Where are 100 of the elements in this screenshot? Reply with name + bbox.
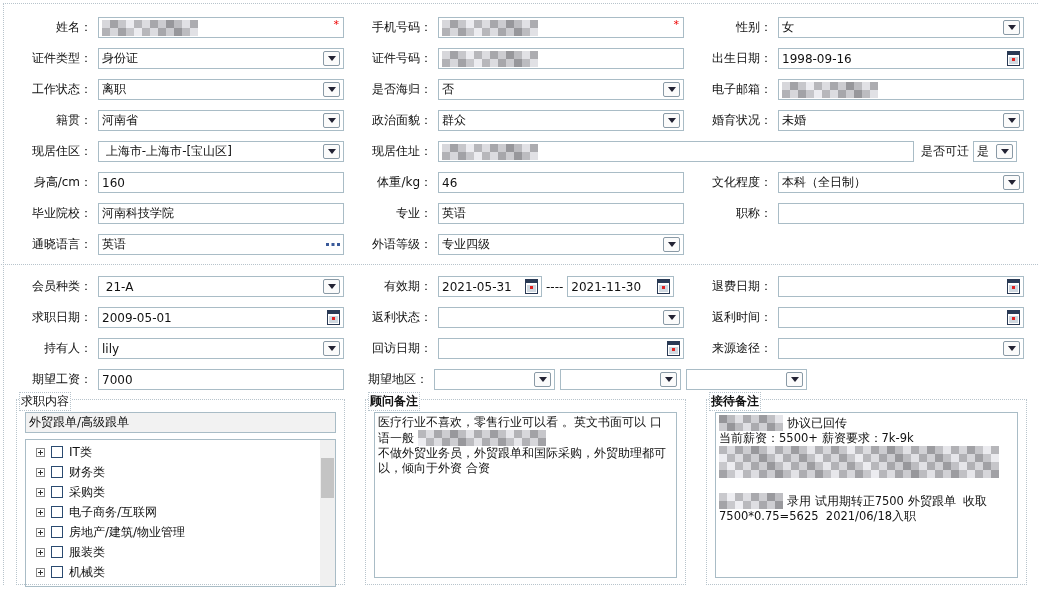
field-label: 退费日期：: [711, 278, 773, 295]
tree-item[interactable]: 服装类: [69, 543, 105, 561]
text-field[interactable]: 英语: [438, 203, 684, 224]
dropdown[interactable]: 离职: [98, 79, 344, 100]
text-field[interactable]: 160: [98, 172, 344, 193]
calendar-icon[interactable]: [525, 279, 538, 294]
dropdown[interactable]: 女: [778, 17, 1024, 38]
dropdown[interactable]: 本科（全日制）: [778, 172, 1024, 193]
text-field[interactable]: [778, 203, 1024, 224]
dropdown[interactable]: 是: [973, 141, 1017, 162]
field-label: 专业：: [395, 205, 433, 222]
field-label: 是否可迁: [920, 143, 970, 160]
expand-icon[interactable]: [36, 527, 45, 537]
field-label: 手机号码：: [371, 19, 433, 36]
text-field[interactable]: [438, 48, 684, 69]
notes-area[interactable]: 医疗行业不喜欢，零售行业可以看 。英文书面可以 口 语一般 不做外贸业务员，外贸跟单和国际采购，外贸助理都可 以，倾向于外资 合资: [374, 412, 677, 578]
panel-legend: 顾问备注: [368, 392, 420, 411]
dropdown[interactable]: 群众: [438, 110, 684, 131]
checkbox[interactable]: [51, 446, 63, 458]
field-label: 持有人：: [43, 340, 93, 357]
summary-field: 外贸跟单/高级跟单: [25, 412, 336, 433]
dropdown[interactable]: 21-A: [98, 276, 344, 297]
field-label: 期望工资：: [31, 371, 93, 388]
note-text: 以，倾向于外资 合资: [378, 461, 490, 476]
date-field[interactable]: 2009-05-01: [98, 307, 344, 328]
expand-icon[interactable]: [36, 507, 45, 517]
expand-icon[interactable]: [36, 567, 45, 577]
date-field[interactable]: [778, 276, 1024, 297]
field-label: 现居住区：: [31, 143, 93, 160]
redaction-mosaic: [719, 493, 783, 509]
tree-item[interactable]: 财务类: [69, 463, 105, 481]
range-separator: ----: [546, 279, 564, 294]
note-text: 不做外贸业务员，外贸跟单和国际采购，外贸助理都可: [378, 446, 666, 461]
text-field[interactable]: 46: [438, 172, 684, 193]
tree-item[interactable]: 房地产/建筑/物业管理: [69, 523, 186, 541]
checkbox[interactable]: [51, 546, 63, 558]
field-label: 会员种类：: [31, 278, 93, 295]
note-text: 7500*0.75=5625 2021/06/18入职: [719, 509, 917, 524]
text-field[interactable]: [778, 79, 1024, 100]
date-field[interactable]: 2021-11-30: [567, 276, 675, 297]
field-label: 是否海归：: [371, 81, 433, 98]
expand-icon[interactable]: [36, 447, 45, 457]
lookup-field[interactable]: 英语: [98, 234, 344, 255]
field-label: 回访日期：: [371, 340, 433, 357]
checkbox[interactable]: [51, 526, 63, 538]
dropdown[interactable]: 否: [438, 79, 684, 100]
more-icon[interactable]: [326, 243, 340, 246]
expand-icon[interactable]: [36, 547, 45, 557]
calendar-icon[interactable]: [1007, 279, 1020, 294]
field-label: 体重/kg：: [376, 174, 433, 191]
text-field[interactable]: *: [438, 17, 684, 38]
field-label: 性别：: [735, 19, 773, 36]
dropdown[interactable]: 专业四级: [438, 234, 684, 255]
dropdown[interactable]: 河南省: [98, 110, 344, 131]
date-field[interactable]: 1998-09-16: [778, 48, 1024, 69]
checkbox[interactable]: [51, 506, 63, 518]
required-mark: *: [673, 18, 679, 31]
panel-legend: 接待备注: [709, 392, 761, 411]
notes-area[interactable]: 协议已回传 当前薪资：5500+ 薪资要求：7k-9k 录用 试用期转正7500 外贸跟单 收取 7500*0.75=5625 2021/06/18入职: [715, 412, 1018, 578]
date-field[interactable]: [438, 338, 684, 359]
expand-icon[interactable]: [36, 487, 45, 497]
note-text: 当前薪资：5500+ 薪资要求：7k-9k: [719, 431, 914, 446]
calendar-icon[interactable]: [327, 310, 340, 325]
field-label: 来源途径：: [711, 340, 773, 357]
dropdown[interactable]: 未婚: [778, 110, 1024, 131]
tree-item[interactable]: 电子商务/互联网: [69, 503, 158, 521]
expand-icon[interactable]: [36, 467, 45, 477]
field-label: 现居住址：: [371, 143, 433, 160]
dropdown[interactable]: 上海市-上海市-[宝山区]: [98, 141, 344, 162]
scrollbar[interactable]: [320, 440, 335, 586]
field-label: 婚育状况：: [711, 112, 773, 129]
tree-item[interactable]: IT类: [69, 443, 92, 461]
checkbox[interactable]: [51, 486, 63, 498]
tree-item[interactable]: 机械类: [69, 563, 105, 581]
calendar-icon[interactable]: [657, 279, 671, 294]
date-field[interactable]: 2021-05-31: [438, 276, 542, 297]
field-label: 工作状态：: [31, 81, 93, 98]
date-field[interactable]: [778, 307, 1024, 328]
checkbox[interactable]: [51, 566, 63, 578]
panel-legend: 求职内容: [19, 392, 71, 411]
field-label: 求职日期：: [31, 309, 93, 326]
required-mark: *: [333, 18, 339, 31]
note-text: 协议已回传: [787, 415, 847, 431]
text-field[interactable]: [438, 141, 914, 162]
field-label: 期望地区：: [367, 371, 429, 388]
dropdown[interactable]: lily: [98, 338, 344, 359]
text-field[interactable]: 7000: [98, 369, 344, 390]
tree-item[interactable]: 采购类: [69, 483, 105, 501]
calendar-icon[interactable]: [667, 341, 680, 356]
field-label: 政治面貌：: [371, 112, 433, 129]
text-field[interactable]: 河南科技学院: [98, 203, 344, 224]
text-field[interactable]: *: [98, 17, 344, 38]
field-label: 返利时间：: [711, 309, 773, 326]
field-label: 证件类型：: [31, 50, 93, 67]
calendar-icon[interactable]: [1007, 51, 1020, 66]
checkbox[interactable]: [51, 466, 63, 478]
calendar-icon[interactable]: [1007, 310, 1020, 325]
dropdown[interactable]: 身份证: [98, 48, 344, 69]
field-label: 出生日期：: [711, 50, 773, 67]
field-label: 有效期：: [383, 278, 433, 295]
